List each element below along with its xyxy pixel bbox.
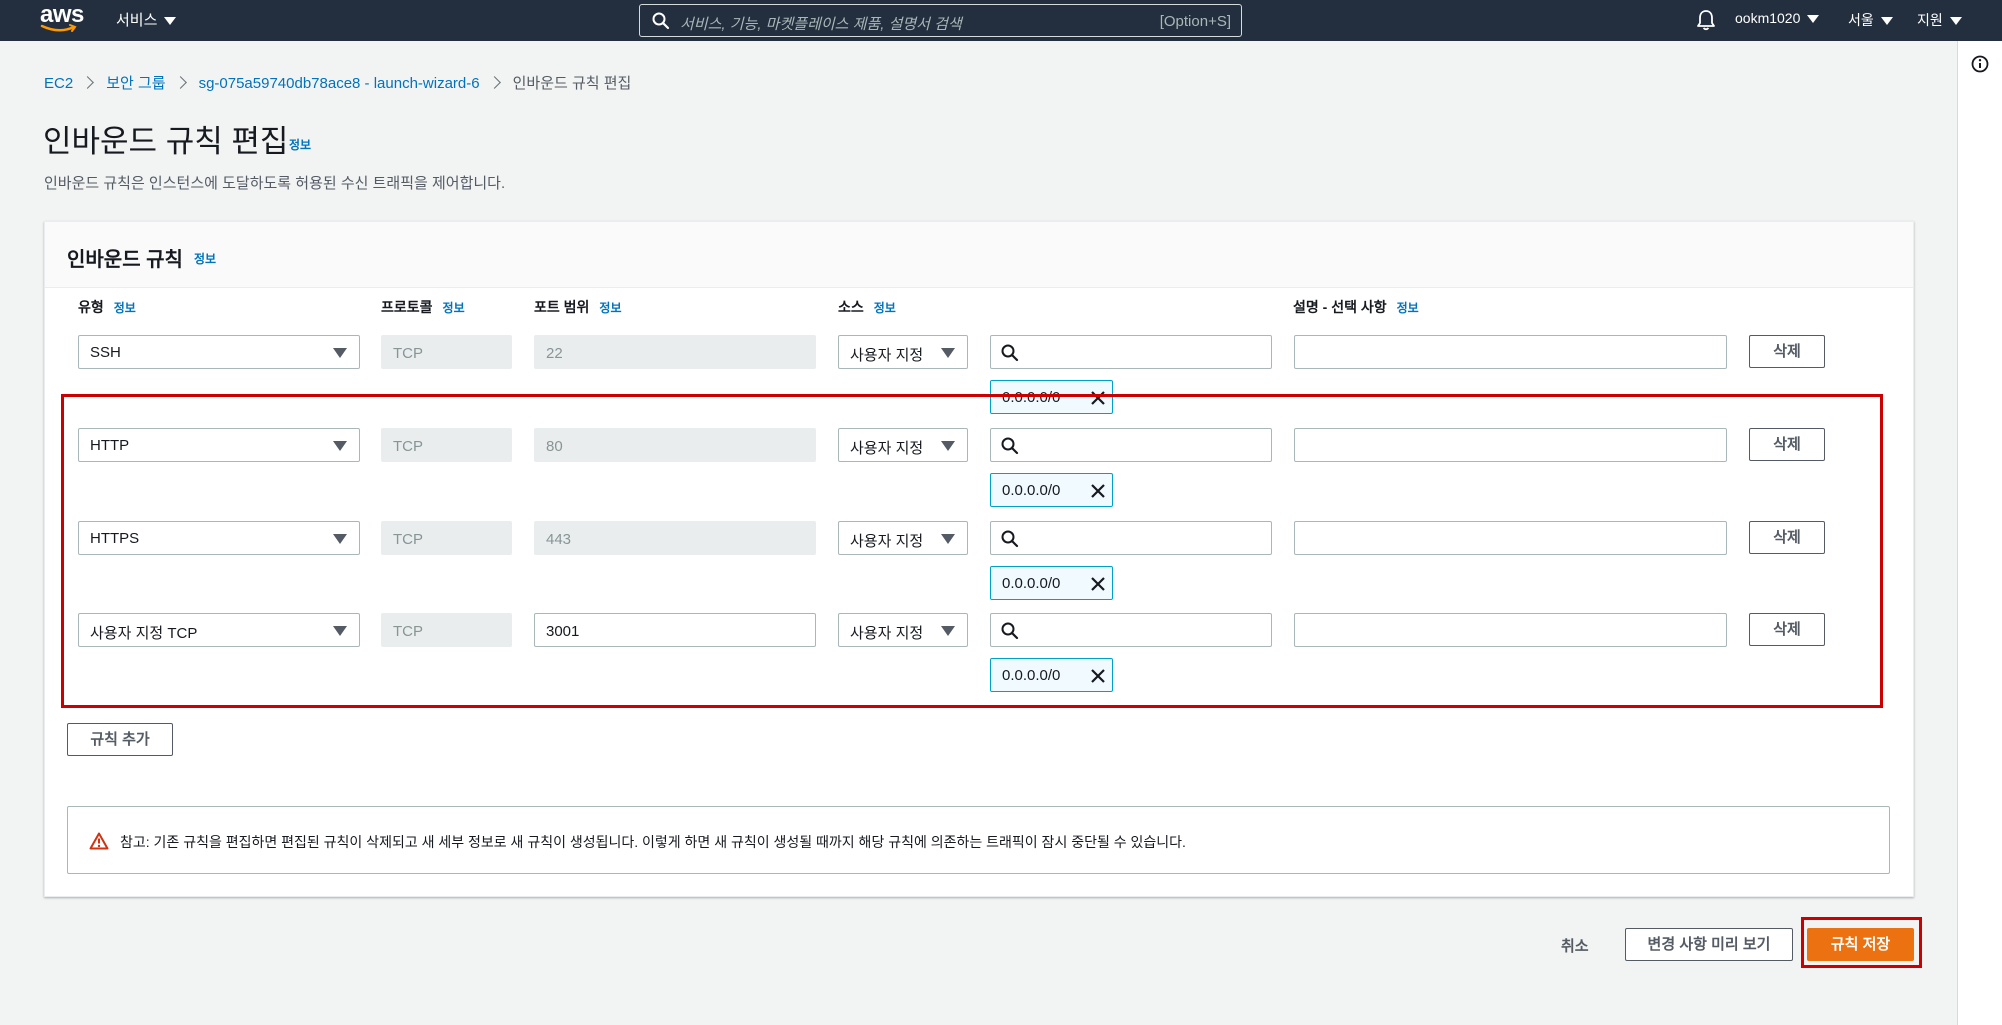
column-label: 설명 - 선택 사항 [1293,299,1387,315]
page-title: 인바운드 규칙 편집 [43,124,289,159]
top-navigation-bar: aws 서비스 서비스, 기능, 마켓플레이스 제품, 설명서 검색 [Opti… [0,0,2002,41]
search-shortcut: [Option+S] [1159,13,1231,30]
help-panel-rail [1957,41,2002,1025]
caret-down-icon [1807,15,1820,24]
panel-header: 인바운드 규칙 정보 [45,222,1913,288]
source-search-input[interactable] [990,335,1272,369]
user-menu[interactable]: ookm1020 [1735,10,1820,26]
column-label: 프로토콜 [381,299,433,315]
breadcrumb-ec2[interactable]: EC2 [44,75,73,92]
column-header-description: 설명 - 선택 사항 정보 [1293,297,1419,317]
support-label: 지원 [1917,12,1943,28]
page-description: 인바운드 규칙은 인스턴스에 도달하도록 허용된 수신 트래픽을 제어합니다. [44,175,506,192]
caret-down-icon [164,17,177,26]
region-name: 서울 [1848,12,1874,28]
services-menu[interactable]: 서비스 [116,9,177,30]
column-header-port-range: 포트 범위 정보 [534,297,622,317]
delete-rule-button[interactable]: 삭제 [1749,335,1825,368]
caret-down-icon [333,348,347,358]
panel-info-link[interactable]: 정보 [194,250,216,267]
warning-icon [89,832,109,850]
aws-logo[interactable]: aws [40,1,84,36]
rule-type-select[interactable]: SSH [78,335,360,369]
chevron-right-icon [81,76,95,89]
search-placeholder: 서비스, 기능, 마켓플레이스 제품, 설명서 검색 [680,16,962,33]
region-menu[interactable]: 서울 [1848,10,1893,30]
search-icon [652,12,670,30]
caret-down-icon [1880,17,1893,26]
search-icon [1001,344,1019,362]
info-link[interactable]: 정보 [874,301,896,315]
panel-title: 인바운드 규칙 [67,249,183,271]
warning-note-text: 참고: 기존 규칙을 편집하면 편집된 규칙이 삭제되고 새 세부 정보로 새 … [120,834,1186,850]
services-label: 서비스 [116,12,158,29]
support-menu[interactable]: 지원 [1917,10,1962,30]
highlight-annotation-rules [61,394,1883,708]
chevron-right-icon [173,76,187,89]
save-rules-button[interactable]: 규칙 저장 [1807,928,1914,961]
caret-down-icon [941,348,955,358]
info-link[interactable]: 정보 [1397,301,1419,315]
breadcrumb-security-group[interactable]: sg-075a59740db78ace8 - launch-wizard-6 [199,75,480,92]
info-link[interactable]: 정보 [443,301,465,315]
column-header-protocol: 프로토콜 정보 [381,297,465,317]
source-type-value: 사용자 지정 [850,347,924,364]
info-link[interactable]: 정보 [599,301,621,315]
add-rule-button[interactable]: 규칙 추가 [67,723,173,756]
protocol-field: TCP [381,335,512,369]
column-label: 유형 [78,299,104,315]
cancel-button[interactable]: 취소 [1561,935,1589,956]
page-info-link[interactable]: 정보 [289,136,311,153]
aws-smile-icon [40,24,77,32]
breadcrumb-security-groups[interactable]: 보안 그룹 [106,75,165,92]
user-name: ookm1020 [1735,10,1801,26]
column-label: 소스 [838,299,864,315]
breadcrumb: EC2 보안 그룹 sg-075a59740db78ace8 - launch-wi… [44,72,631,92]
port-range-field: 22 [534,335,816,369]
description-input[interactable] [1294,335,1727,369]
source-type-select[interactable]: 사용자 지정 [838,335,968,369]
chevron-right-icon [487,76,501,89]
column-label: 포트 범위 [534,299,590,315]
bell-icon[interactable] [1696,9,1716,36]
caret-down-icon [1949,17,1962,26]
aws-logo-text: aws [40,1,84,28]
info-circle-icon[interactable] [1971,55,1989,73]
global-search-input[interactable]: 서비스, 기능, 마켓플레이스 제품, 설명서 검색 [Option+S] [639,4,1242,37]
column-header-source: 소스 정보 [838,297,896,317]
rule-type-value: SSH [90,344,121,361]
breadcrumb-current: 인바운드 규칙 편집 [512,75,632,92]
column-header-type: 유형 정보 [78,297,136,317]
info-link[interactable]: 정보 [114,301,136,315]
warning-note: 참고: 기존 규칙을 편집하면 편집된 규칙이 삭제되고 새 세부 정보로 새 … [67,806,1890,874]
preview-changes-button[interactable]: 변경 사항 미리 보기 [1625,928,1793,961]
